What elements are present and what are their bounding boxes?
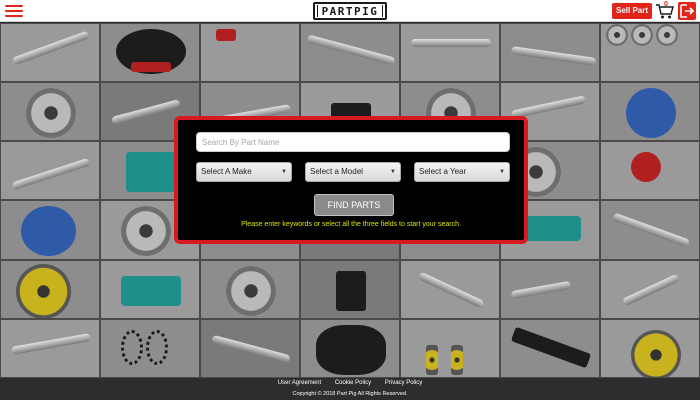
part-tile	[0, 259, 100, 319]
part-tile	[100, 23, 200, 83]
sell-part-button[interactable]: Sell Part	[612, 3, 653, 19]
partpig-logo[interactable]: PARTPIG	[313, 2, 387, 20]
part-tile	[600, 259, 700, 319]
part-tile	[0, 200, 100, 260]
part-tile	[0, 318, 100, 378]
copyright-text: Copyright © 2018 Part Pig All Rights Res…	[292, 391, 408, 397]
search-panel: Select A Make ▼ Select a Model ▼ Select …	[174, 116, 528, 244]
part-tile	[200, 318, 300, 378]
top-header: PARTPIG Sell Part 0	[0, 0, 700, 22]
part-tile	[300, 23, 400, 83]
part-tile	[0, 82, 100, 142]
part-tile	[500, 318, 600, 378]
model-select[interactable]: Select a Model ▼	[305, 162, 401, 182]
part-tile	[400, 259, 500, 319]
chevron-down-icon: ▼	[499, 169, 505, 175]
privacy-policy-link[interactable]: Privacy Policy	[385, 380, 422, 386]
make-select-label: Select A Make	[201, 167, 252, 176]
part-tile	[600, 200, 700, 260]
part-tile	[400, 318, 500, 378]
part-tile	[600, 23, 700, 83]
cart-icon[interactable]: 0	[655, 1, 675, 20]
page-footer: User Agreement Cookie Policy Privacy Pol…	[0, 378, 700, 400]
hamburger-menu-icon[interactable]	[5, 4, 23, 18]
part-tile	[200, 259, 300, 319]
part-tile	[600, 82, 700, 142]
part-tile	[600, 141, 700, 201]
cookie-policy-link[interactable]: Cookie Policy	[335, 380, 371, 386]
part-tile	[0, 23, 100, 83]
user-agreement-link[interactable]: User Agreement	[278, 380, 321, 386]
year-select[interactable]: Select a Year ▼	[414, 162, 510, 182]
make-select[interactable]: Select A Make ▼	[196, 162, 292, 182]
logout-icon[interactable]	[678, 2, 696, 20]
chevron-down-icon: ▼	[281, 169, 287, 175]
part-tile	[300, 259, 400, 319]
part-name-search-input[interactable]	[196, 132, 510, 152]
part-tile	[300, 318, 400, 378]
chevron-down-icon: ▼	[390, 169, 396, 175]
part-tile	[600, 318, 700, 378]
part-tile	[200, 23, 300, 83]
model-select-label: Select a Model	[310, 167, 363, 176]
part-tile	[400, 23, 500, 83]
footer-links: User Agreement Cookie Policy Privacy Pol…	[0, 380, 700, 386]
part-tile	[500, 259, 600, 319]
part-tile	[500, 23, 600, 83]
year-select-label: Select a Year	[419, 167, 467, 176]
part-tile	[0, 141, 100, 201]
find-parts-button[interactable]: FIND PARTS	[314, 194, 394, 216]
part-tile	[100, 259, 200, 319]
cart-count-badge: 0	[664, 1, 668, 8]
part-tile	[100, 318, 200, 378]
search-hint-text: Please enter keywords or select all the …	[241, 221, 461, 228]
